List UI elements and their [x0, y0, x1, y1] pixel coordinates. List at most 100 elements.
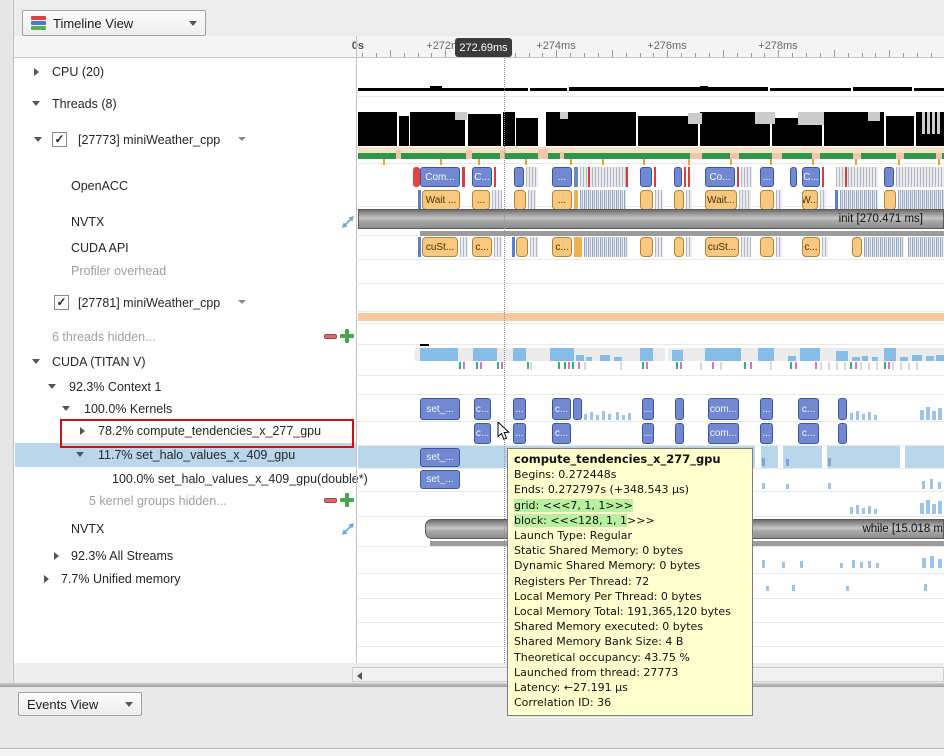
- tooltip-line: Latency: ←27.191 µs: [514, 680, 746, 695]
- tooltip-line: Dynamic Shared Memory: 0 bytes: [514, 558, 746, 573]
- ruler-tick: [529, 53, 530, 57]
- expand-triangle-icon[interactable]: [76, 452, 84, 457]
- tree-row-label: 5 kernel groups hidden...: [89, 494, 227, 508]
- tooltip-title: compute_tendencies_x_277_gpu: [514, 452, 746, 467]
- chevron-down-icon: [189, 21, 197, 26]
- tooltip-line: Shared Memory executed: 0 bytes: [514, 619, 746, 634]
- ruler-tick: [834, 50, 835, 57]
- show-rows-icon[interactable]: [340, 493, 354, 507]
- tooltip-line: Launched from thread: 27773: [514, 665, 746, 680]
- tooltip-line: block: <<<128, 1, 1>>>: [514, 513, 746, 528]
- expand-triangle-icon[interactable]: [54, 552, 59, 560]
- tree-row-27781-miniweather-cpp[interactable]: ✓[27781] miniWeather_cpp: [14, 291, 356, 315]
- ruler-tick: [875, 53, 876, 57]
- timeline-tree: CPU (20) Threads (8) ✓ [27773] miniWeather_…: [14, 58, 356, 663]
- expand-triangle-icon[interactable]: [34, 137, 42, 142]
- time-cursor-badge: 272.69ms: [455, 38, 512, 57]
- tree-row-label: [27773] miniWeather_cpp: [78, 133, 220, 147]
- tree-row-label: 7.7% Unified memory: [61, 572, 181, 586]
- tree-row-label: NVTX: [71, 522, 104, 536]
- thread-checkbox[interactable]: ✓: [52, 132, 67, 147]
- tree-row-label: NVTX: [71, 215, 104, 229]
- timeline-view-icon: [31, 16, 46, 30]
- tree-row-profiler-overhead[interactable]: Profiler overhead: [14, 259, 356, 283]
- show-rows-icon[interactable]: [340, 329, 354, 343]
- tooltip-line: Local Memory Per Thread: 0 bytes: [514, 589, 746, 604]
- tree-row-6-threads-hidden[interactable]: 6 threads hidden...: [14, 325, 356, 349]
- tooltip-line: Launch Type: Regular: [514, 528, 746, 543]
- tree-row-92-3-all-streams[interactable]: 92.3% All Streams: [14, 544, 356, 568]
- expand-row-icon[interactable]: [341, 522, 355, 536]
- tooltip-line: Static Shared Memory: 0 bytes: [514, 543, 746, 558]
- tree-row-label: 11.7% set_halo_values_x_409_gpu: [98, 448, 295, 462]
- tooltip-line: Registers Per Thread: 72: [514, 574, 746, 589]
- expand-row-icon[interactable]: [341, 215, 355, 229]
- ruler-tick: [889, 50, 890, 57]
- expand-triangle-icon[interactable]: [34, 68, 39, 76]
- ruler-tick: [570, 53, 571, 57]
- ruler-tick: [862, 53, 863, 57]
- tree-row-27773-miniweather-cpp[interactable]: ✓ [27773] miniWeather_cpp: [14, 128, 356, 152]
- tree-row-nvtx[interactable]: NVTX: [14, 517, 356, 541]
- horizontal-splitter[interactable]: [0, 683, 944, 687]
- tree-row-cuda-titan-v[interactable]: CUDA (TITAN V): [14, 350, 356, 374]
- ruler-tick: [640, 53, 641, 57]
- tree-row-nvtx[interactable]: NVTX: [14, 210, 356, 234]
- ruler-tick: [626, 53, 627, 57]
- tree-row-label: CPU (20): [52, 65, 104, 79]
- scroll-left-icon[interactable]: [357, 672, 362, 680]
- expand-triangle-icon[interactable]: [32, 359, 40, 364]
- events-view-label: Events View: [27, 697, 98, 712]
- bottom-panel-strip: [0, 748, 944, 756]
- tree-row-label: Threads (8): [52, 97, 117, 111]
- tree-row-openacc[interactable]: OpenACC: [14, 174, 356, 198]
- tree-row-100-0-kernels[interactable]: 100.0% Kernels: [14, 397, 356, 421]
- expand-triangle-icon[interactable]: [48, 384, 56, 389]
- kernel-tooltip: compute_tendencies_x_277_gpu Begins: 0.2…: [507, 448, 753, 716]
- ruler-tick: [764, 53, 765, 57]
- expand-triangle-icon[interactable]: [32, 101, 40, 106]
- ruler-tick: [376, 53, 377, 57]
- ruler-tick: [737, 53, 738, 57]
- tree-row-label: 100.0% set_halo_values_x_409_gpu(double*…: [112, 472, 368, 486]
- tree-row-label: 92.3% Context 1: [69, 380, 161, 394]
- ruler-tick: [362, 53, 363, 57]
- ruler-tick: [723, 50, 724, 57]
- thread-checkbox[interactable]: ✓: [54, 295, 69, 310]
- tree-row-92-3-context-1[interactable]: 92.3% Context 1: [14, 375, 356, 399]
- ruler-tick: [917, 53, 918, 57]
- ruler-tick: [390, 50, 391, 57]
- ruler-tick: [792, 53, 793, 57]
- annotation-red-box: [60, 419, 354, 448]
- hide-rows-icon[interactable]: [324, 498, 337, 503]
- tooltip-line: Ends: 0.272797s (+348.543 µs): [514, 482, 746, 497]
- ruler-tick: [584, 53, 585, 57]
- ruler-tick: [931, 53, 932, 57]
- tree-row-7-7-unified-memory[interactable]: 7.7% Unified memory: [14, 567, 356, 591]
- ruler-tick: [612, 50, 613, 57]
- events-view-selector[interactable]: Events View: [18, 692, 142, 716]
- thread-options-chevron-icon[interactable]: [238, 137, 246, 141]
- chevron-down-icon: [125, 702, 133, 707]
- ruler-tick: [848, 53, 849, 57]
- tooltip-line: Theoretical occupancy: 43.75 %: [514, 650, 746, 665]
- panel-splitter[interactable]: [356, 36, 357, 663]
- tree-row-label: Profiler overhead: [71, 264, 166, 278]
- tree-row-100-0-set-halo-values-x-409-gpu-double[interactable]: 100.0% set_halo_values_x_409_gpu(double*…: [14, 467, 356, 491]
- tree-row-threads-8[interactable]: Threads (8): [14, 92, 356, 116]
- timeline-view-selector[interactable]: Timeline View: [22, 10, 206, 36]
- expand-triangle-icon[interactable]: [62, 406, 70, 411]
- ruler-tick: [820, 53, 821, 57]
- tree-row-cpu-20[interactable]: CPU (20): [14, 60, 356, 84]
- ruler-tick: [653, 53, 654, 57]
- tree-row-5-kernel-groups-hidden[interactable]: 5 kernel groups hidden...: [14, 489, 356, 513]
- ruler-tick: [418, 53, 419, 57]
- tooltip-line: Shared Memory Bank Size: 4 B: [514, 634, 746, 649]
- expand-triangle-icon[interactable]: [44, 575, 49, 583]
- hide-rows-icon[interactable]: [324, 334, 337, 339]
- ruler-tick: [556, 50, 557, 57]
- thread-options-chevron-icon[interactable]: [238, 300, 246, 304]
- tree-row-cuda-api[interactable]: CUDA API: [14, 236, 356, 260]
- ruler-tick: [903, 53, 904, 57]
- tooltip-line: Begins: 0.272448s: [514, 467, 746, 482]
